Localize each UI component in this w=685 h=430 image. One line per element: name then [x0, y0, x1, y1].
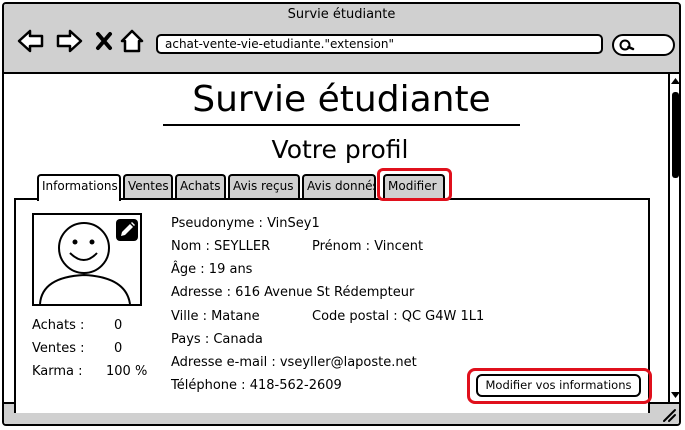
pseudonyme-value: VinSey1	[267, 216, 320, 231]
code-postal-label: Code postal :	[312, 309, 398, 324]
tab-informations[interactable]: Informations	[37, 174, 121, 201]
search-icon	[619, 39, 635, 51]
email-row: Adresse e-mail : vseyller@laposte.net	[171, 355, 417, 370]
karma-label: Karma :	[32, 364, 83, 379]
nom-row: Nom : SEYLLER	[171, 239, 270, 254]
pays-row: Pays : Canada	[171, 332, 263, 347]
close-icon[interactable]	[90, 26, 120, 56]
code-postal-value: QC G4W 1L1	[401, 309, 485, 324]
nom-label: Nom :	[171, 239, 210, 254]
telephone-value: 418-562-2609	[249, 378, 342, 393]
email-value: vseyller@laposte.net	[279, 355, 417, 370]
scroll-thumb[interactable]	[672, 92, 679, 178]
code-postal-row: Code postal : QC G4W 1L1	[312, 309, 484, 324]
resize-grip-icon[interactable]	[661, 407, 677, 423]
tab-avis-recus[interactable]: Avis reçus	[228, 174, 300, 198]
back-arrow-icon[interactable]	[16, 26, 46, 56]
site-title: Survie étudiante	[192, 79, 491, 120]
achats-value: 0	[114, 318, 123, 333]
vertical-scrollbar[interactable]	[668, 74, 681, 402]
pencil-icon	[121, 222, 135, 236]
window-title: Survie étudiante	[287, 7, 396, 22]
forward-arrow-icon[interactable]	[54, 26, 84, 56]
adresse-value: 616 Avenue St Rédempteur	[235, 285, 415, 300]
achats-label: Achats :	[32, 318, 85, 333]
pays-value: Canada	[213, 332, 263, 347]
age-value: 19 ans	[208, 262, 253, 277]
pseudonyme-row: Pseudonyme : VinSey1	[171, 216, 320, 231]
home-icon[interactable]	[118, 26, 148, 56]
title-divider	[163, 124, 520, 126]
tab-ventes[interactable]: Ventes	[123, 174, 173, 198]
adresse-label: Adresse :	[171, 285, 232, 300]
search-box[interactable]	[612, 34, 675, 56]
prenom-row: Prénom : Vincent	[312, 239, 423, 254]
telephone-label: Téléphone :	[171, 378, 246, 393]
edit-avatar-button[interactable]	[116, 219, 138, 241]
address-bar[interactable]: achat-vente-vie-etudiante."extension"	[156, 34, 603, 54]
email-label: Adresse e-mail :	[171, 355, 276, 370]
karma-value: 100 %	[106, 364, 148, 379]
title-bar: Survie étudiante achat-vente-vie-etudian…	[4, 4, 679, 74]
page-title: Votre profil	[271, 135, 409, 164]
tab-modifier-highlight	[377, 168, 452, 201]
ventes-value: 0	[114, 341, 123, 356]
ville-label: Ville :	[171, 309, 207, 324]
pseudonyme-label: Pseudonyme :	[171, 216, 263, 231]
pays-label: Pays :	[171, 332, 210, 347]
ventes-label: Ventes :	[32, 341, 85, 356]
tab-achats[interactable]: Achats	[175, 174, 226, 198]
scroll-up-icon[interactable]	[670, 76, 681, 86]
age-label: Âge :	[171, 262, 205, 277]
ville-value: Matane	[211, 309, 260, 324]
edit-info-button-highlight	[467, 368, 652, 404]
scroll-down-icon[interactable]	[670, 390, 681, 400]
telephone-row: Téléphone : 418-562-2609	[171, 378, 342, 393]
age-row: Âge : 19 ans	[171, 262, 252, 277]
prenom-label: Prénom :	[312, 239, 371, 254]
tab-avis-donnes[interactable]: Avis donnés	[302, 174, 376, 198]
nom-value: SEYLLER	[214, 239, 271, 254]
adresse-row: Adresse : 616 Avenue St Rédempteur	[171, 285, 414, 300]
prenom-value: Vincent	[374, 239, 424, 254]
ville-row: Ville : Matane	[171, 309, 260, 324]
